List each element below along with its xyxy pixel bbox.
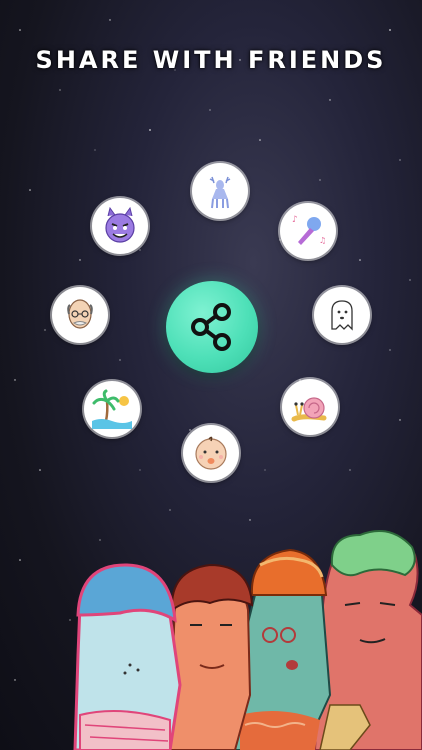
baby-face-sticker-button[interactable] [183, 425, 239, 481]
ghost-icon [331, 300, 353, 331]
beach-sticker-button[interactable] [84, 381, 140, 437]
snail-sticker-button[interactable] [282, 379, 338, 435]
palm-tree-icon [92, 389, 132, 429]
microphone-icon: ♪ ♫ [292, 215, 326, 245]
svg-text:♪: ♪ [292, 215, 298, 225]
bald-man-icon [67, 299, 93, 329]
svg-text:♫: ♫ [319, 236, 326, 245]
cartoon-characters-illustration [73, 530, 422, 750]
page-title: SHARE WITH FRIENDS [35, 46, 387, 74]
microphone-sticker-button[interactable]: ♪ ♫ [280, 203, 336, 259]
share-button[interactable] [166, 281, 258, 373]
deer-sticker-button[interactable] [192, 163, 248, 219]
deer-icon [209, 176, 231, 209]
snail-icon [291, 397, 327, 422]
devil-sticker-button[interactable] [92, 198, 148, 254]
ghost-sticker-button[interactable] [314, 287, 370, 343]
devil-icon [105, 206, 135, 243]
bald-man-sticker-button[interactable] [52, 287, 108, 343]
share-icon [191, 303, 231, 351]
baby-face-icon [195, 436, 227, 470]
